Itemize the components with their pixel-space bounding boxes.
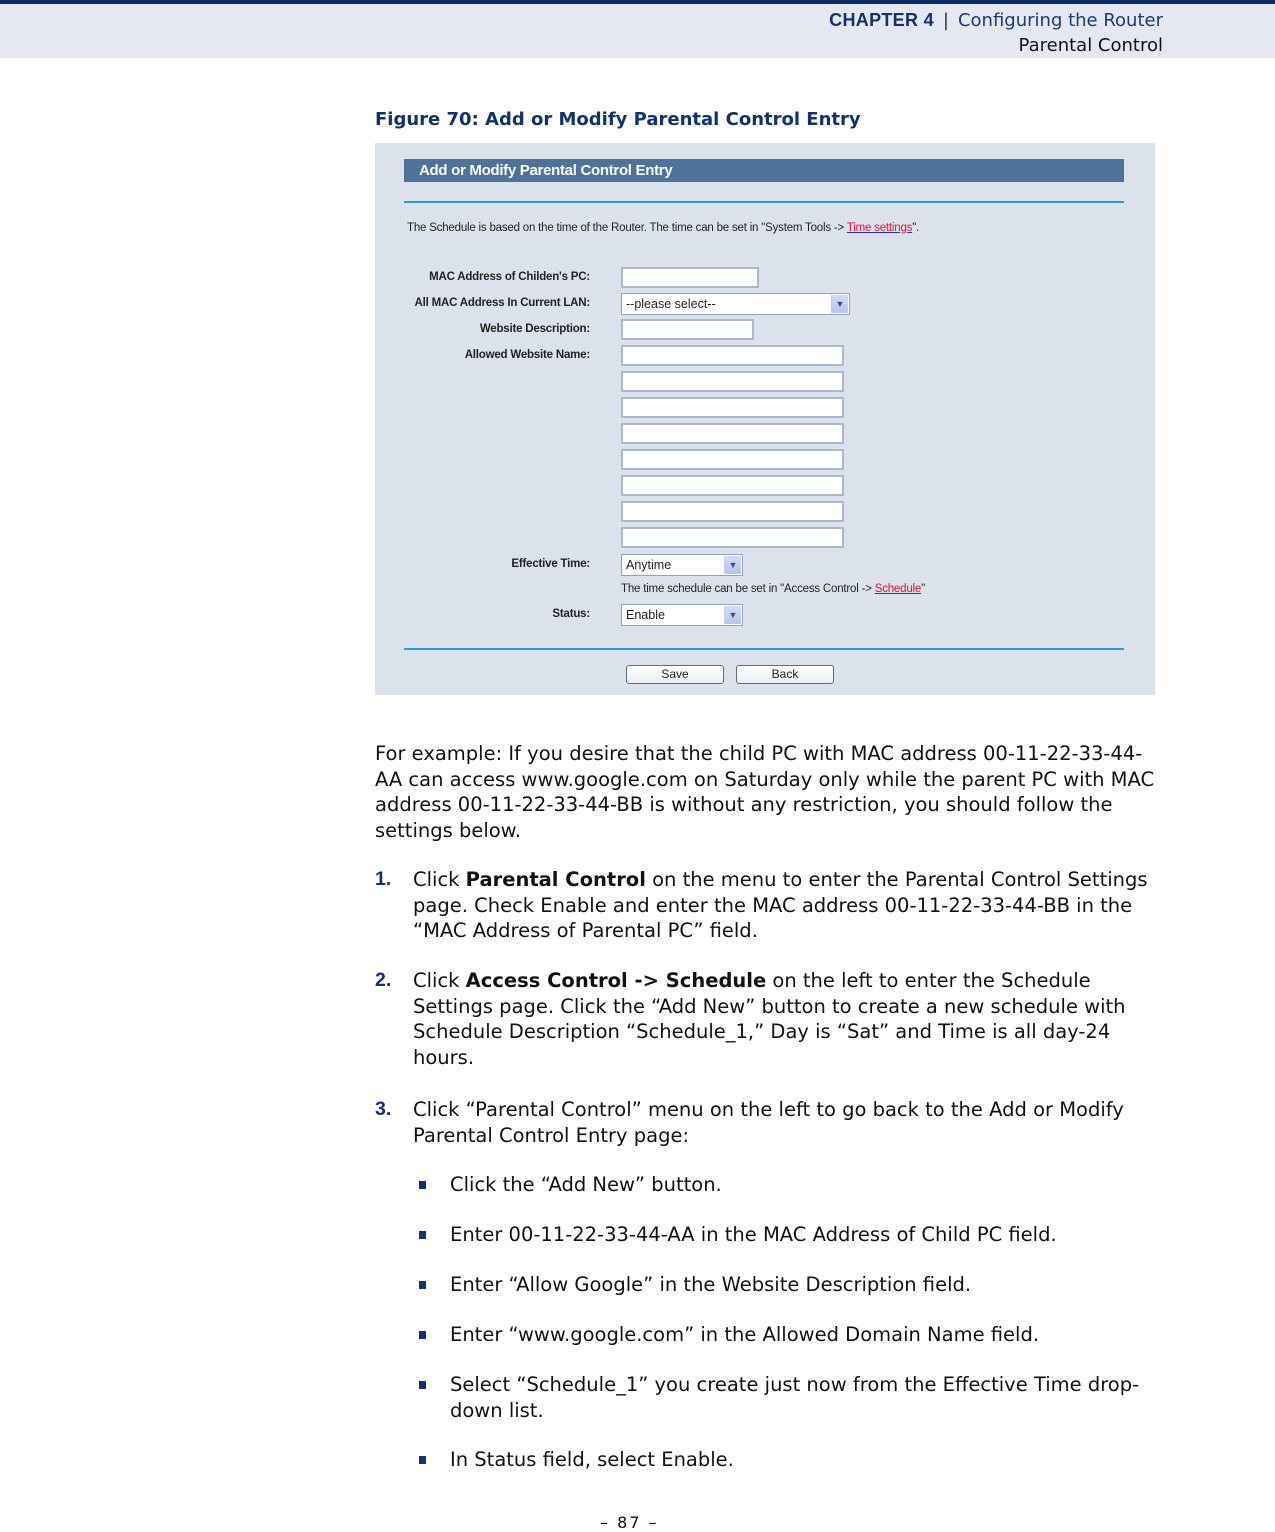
step-text-pre: Click [413, 969, 466, 992]
chevron-down-icon[interactable]: ▼ [831, 295, 848, 313]
time-note: The Schedule is based on the time of the… [407, 222, 919, 234]
bottom-divider [404, 648, 1124, 650]
step-text: Click Parental Control on the menu to en… [413, 867, 1165, 944]
step-text-pre: Click [413, 868, 466, 891]
time-note-text: The Schedule is based on the time of the… [407, 222, 847, 234]
list-item: Click the “Add New” button. [412, 1172, 1152, 1198]
list-item: Enter “Allow Google” in the Website Desc… [412, 1272, 1152, 1298]
schedule-note-suffix: " [921, 583, 925, 595]
header-separator: | [942, 10, 949, 31]
list-item: Enter 00-11-22-33-44-AA in the MAC Addre… [412, 1222, 1152, 1248]
status-select[interactable]: Enable ▼ [621, 604, 743, 626]
figure-caption: Figure 70: Add or Modify Parental Contro… [375, 109, 861, 130]
website-description-input[interactable] [621, 319, 754, 340]
bullet-square-icon [419, 1381, 426, 1389]
list-item: Select “Schedule_1” you create just now … [412, 1372, 1152, 1423]
step-number: 3. [375, 1098, 392, 1120]
step-menu-path: Parental Control [465, 868, 646, 891]
back-button[interactable]: Back [736, 665, 834, 684]
allowed-website-input-5[interactable] [621, 449, 844, 470]
bullet-square-icon [419, 1181, 426, 1189]
effective-time-select[interactable]: Anytime ▼ [621, 554, 743, 576]
schedule-link[interactable]: Schedule [875, 583, 922, 595]
router-ui-screenshot: Add or Modify Parental Control Entry The… [375, 143, 1155, 695]
step-text: Click Access Control -> Schedule on the … [413, 968, 1165, 1070]
mac-child-input[interactable] [621, 267, 759, 288]
bullet-square-icon [419, 1456, 426, 1464]
bullet-square-icon [419, 1281, 426, 1289]
effective-time-label: Effective Time: [511, 558, 590, 570]
page-header: CHAPTER 4 | Configuring the Router Parenta… [0, 0, 1275, 58]
bullet-square-icon [419, 1231, 426, 1239]
panel-title: Add or Modify Parental Control Entry [404, 159, 1124, 182]
allowed-website-input-2[interactable] [621, 371, 844, 392]
chevron-down-icon[interactable]: ▼ [724, 606, 741, 624]
bullet-square-icon [419, 1331, 426, 1339]
chevron-down-icon[interactable]: ▼ [724, 556, 741, 574]
chapter-heading: CHAPTER 4 | Configuring the Router [829, 10, 1163, 31]
all-mac-label: All MAC Address In Current LAN: [414, 297, 591, 309]
step-number: 2. [375, 969, 392, 991]
website-description-label: Website Description: [479, 323, 590, 335]
step-menu-path: Access Control -> Schedule [465, 969, 767, 992]
all-mac-select[interactable]: --please select-- ▼ [621, 293, 850, 315]
list-item-text: Enter “Allow Google” in the Website Desc… [450, 1273, 972, 1296]
allowed-website-input-8[interactable] [621, 527, 844, 548]
time-settings-link[interactable]: Time settings [847, 222, 913, 234]
allowed-website-input-1[interactable] [621, 345, 844, 366]
save-button[interactable]: Save [626, 665, 724, 684]
list-item-text: Enter 00-11-22-33-44-AA in the MAC Addre… [450, 1223, 1057, 1246]
allowed-website-input-7[interactable] [621, 501, 844, 522]
section-title: Parental Control [1018, 35, 1163, 56]
chapter-title: Configuring the Router [957, 10, 1163, 31]
allowed-website-input-3[interactable] [621, 397, 844, 418]
list-item-text: Select “Schedule_1” you create just now … [450, 1373, 1140, 1422]
list-item-text: In Status field, select Enable. [450, 1448, 734, 1471]
list-item: In Status field, select Enable. [412, 1447, 1152, 1473]
page-number: – 87 – [600, 1513, 659, 1532]
status-selected: Enable [626, 608, 665, 622]
status-label: Status: [552, 608, 590, 620]
list-item-text: Click the “Add New” button. [450, 1173, 722, 1196]
allowed-website-input-6[interactable] [621, 475, 844, 496]
list-item-text: Enter “www.google.com” in the Allowed Do… [450, 1323, 1040, 1346]
all-mac-selected: --please select-- [626, 297, 716, 311]
step-2: 2. Click Access Control -> Schedule on t… [375, 968, 1165, 1070]
step-text: Click “Parental Control” menu on the lef… [413, 1098, 1124, 1147]
step-number: 1. [375, 868, 392, 890]
effective-time-selected: Anytime [626, 558, 672, 572]
allowed-website-input-4[interactable] [621, 423, 844, 444]
step-1: 1. Click Parental Control on the menu to… [375, 867, 1165, 944]
time-note-suffix: ". [912, 222, 920, 234]
allowed-website-label: Allowed Website Name: [464, 349, 591, 361]
step-3: 3. Click “Parental Control” menu on the … [375, 1097, 1165, 1148]
top-divider [404, 201, 1124, 203]
intro-paragraph: For example: If you desire that the chil… [375, 742, 1155, 842]
schedule-note-text: The time schedule can be set in "Access … [621, 583, 875, 595]
list-item: Enter “www.google.com” in the Allowed Do… [412, 1322, 1152, 1348]
mac-child-label: MAC Address of Childen's PC: [429, 271, 590, 283]
chapter-label: CHAPTER 4 [829, 10, 934, 30]
schedule-note: The time schedule can be set in "Access … [621, 583, 925, 595]
